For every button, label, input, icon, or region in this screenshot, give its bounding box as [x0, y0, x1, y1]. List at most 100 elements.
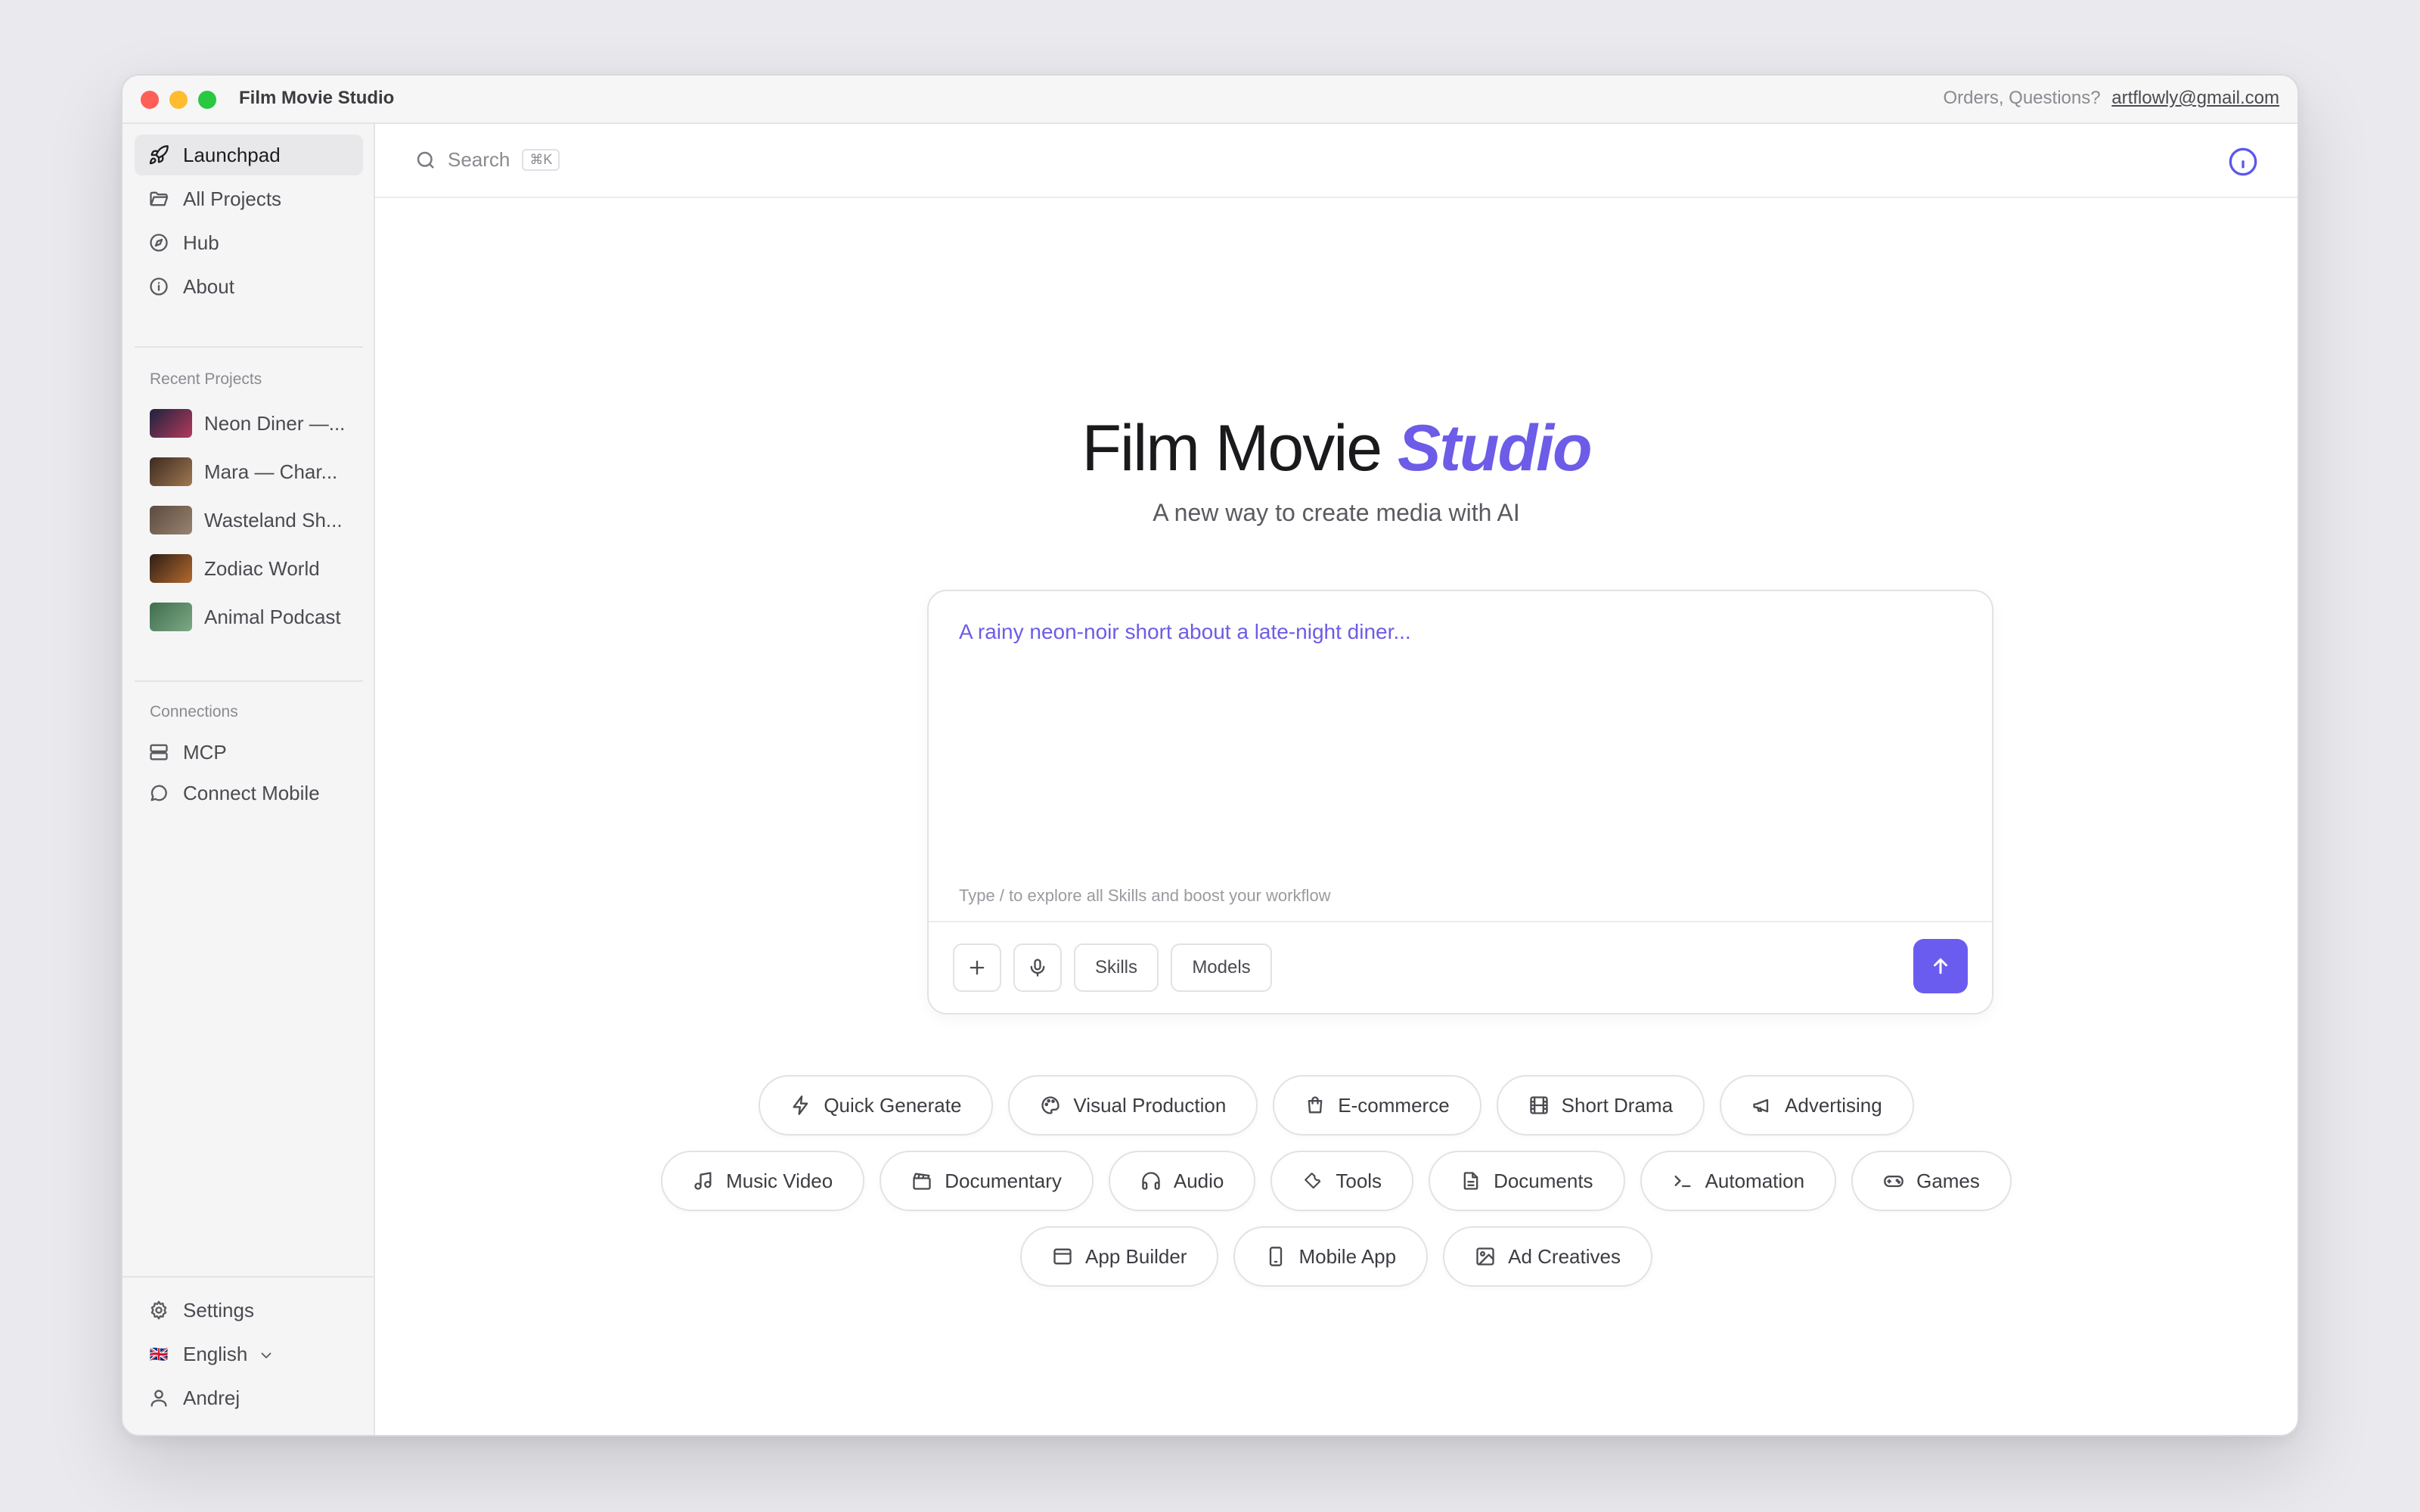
- chip-label: Audio: [1173, 1169, 1224, 1192]
- recent-project-item[interactable]: Zodiac World: [150, 552, 363, 585]
- info-icon: [148, 276, 169, 297]
- chip-label: App Builder: [1085, 1244, 1187, 1268]
- chip-label: Games: [1916, 1169, 1980, 1192]
- info-icon: [2229, 147, 2257, 176]
- sidebar-item-mcp[interactable]: MCP: [135, 732, 363, 773]
- search-bar: Search ⌘K: [375, 124, 2297, 198]
- search-placeholder: Search: [448, 148, 510, 171]
- chip-label: Music Video: [726, 1169, 833, 1192]
- document-icon: [1460, 1170, 1481, 1191]
- recent-project-item[interactable]: Neon Diner —...: [150, 407, 363, 440]
- chevron-down-icon: [258, 1346, 275, 1362]
- hero-title-accent: Studio: [1398, 412, 1592, 485]
- prompt-input[interactable]: A rainy neon-noir short about a late-nig…: [959, 620, 1411, 644]
- chip-documents[interactable]: Documents: [1429, 1151, 1625, 1211]
- chip-label: Quick Generate: [824, 1093, 962, 1117]
- app-window: Film Movie Studio Orders, Questions? art…: [121, 74, 2299, 1436]
- chip-games[interactable]: Games: [1851, 1151, 2012, 1211]
- chip-label: E-commerce: [1338, 1093, 1450, 1117]
- chip-advertising[interactable]: Advertising: [1720, 1075, 1914, 1136]
- recent-project-item[interactable]: Animal Podcast: [150, 600, 363, 634]
- sidebar-divider: [135, 680, 363, 682]
- contact-info: Orders, Questions? artflowly@gmail.com: [1943, 88, 2279, 109]
- bolt-icon: [790, 1095, 811, 1116]
- sidebar: Launchpad All Projects Hub About Recent …: [123, 124, 375, 1435]
- recent-project-label: Zodiac World: [204, 556, 320, 580]
- sidebar-item-launchpad[interactable]: Launchpad: [135, 135, 363, 175]
- minimize-window-button[interactable]: [169, 91, 188, 109]
- compass-icon: [148, 232, 169, 253]
- user-profile-button[interactable]: Andrej: [135, 1377, 363, 1418]
- recent-project-label: Animal Podcast: [204, 605, 341, 628]
- user-icon: [148, 1387, 169, 1408]
- sidebar-item-all-projects[interactable]: All Projects: [135, 178, 363, 219]
- chip-tools[interactable]: Tools: [1270, 1151, 1414, 1211]
- models-button[interactable]: Models: [1171, 943, 1272, 992]
- sidebar-item-hub[interactable]: Hub: [135, 222, 363, 263]
- chip-automation[interactable]: Automation: [1640, 1151, 1837, 1211]
- hero-title-main: Film Movie: [1081, 412, 1382, 485]
- sidebar-item-label: MCP: [183, 740, 227, 764]
- composer-hint: Type / to explore all Skills and boost y…: [959, 886, 1331, 905]
- language-label: English: [183, 1342, 248, 1365]
- search-shortcut-badge: ⌘K: [522, 149, 560, 171]
- project-thumbnail: [150, 457, 192, 486]
- recent-project-label: Mara — Char...: [204, 460, 338, 483]
- prompt-composer: A rainy neon-noir short about a late-nig…: [927, 590, 1993, 1015]
- voice-input-button[interactable]: [1013, 943, 1062, 992]
- chip-visual-production[interactable]: Visual Production: [1008, 1075, 1258, 1136]
- chip-mobile-app[interactable]: Mobile App: [1233, 1226, 1429, 1287]
- sidebar-item-label: Hub: [183, 231, 219, 254]
- chip-music-video[interactable]: Music Video: [661, 1151, 865, 1211]
- sidebar-item-label: Connect Mobile: [183, 781, 320, 804]
- chip-short-drama[interactable]: Short Drama: [1496, 1075, 1705, 1136]
- image-icon: [1475, 1246, 1496, 1267]
- recent-project-label: Wasteland Sh...: [204, 508, 343, 531]
- title-bar: Film Movie Studio Orders, Questions? art…: [123, 76, 2297, 124]
- chat-icon: [148, 782, 169, 804]
- chip-audio[interactable]: Audio: [1108, 1151, 1256, 1211]
- composer-toolbar: Skills Models: [929, 921, 1992, 1013]
- contact-prefix: Orders, Questions?: [1943, 88, 2101, 108]
- chip-label: Visual Production: [1073, 1093, 1227, 1117]
- recent-project-item[interactable]: Mara — Char...: [150, 455, 363, 488]
- server-icon: [148, 742, 169, 763]
- sidebar-item-about[interactable]: About: [135, 266, 363, 307]
- settings-button[interactable]: Settings: [135, 1290, 363, 1331]
- chip-e-commerce[interactable]: E-commerce: [1273, 1075, 1481, 1136]
- maximize-window-button[interactable]: [198, 91, 216, 109]
- shopping-bag-icon: [1305, 1095, 1326, 1116]
- sidebar-item-label: About: [183, 274, 234, 298]
- chip-label: Tools: [1336, 1169, 1382, 1192]
- skills-button[interactable]: Skills: [1074, 943, 1159, 992]
- terminal-icon: [1672, 1170, 1693, 1191]
- microphone-icon: [1030, 959, 1045, 977]
- search-icon: [417, 151, 434, 169]
- send-button[interactable]: [1913, 939, 1968, 993]
- sidebar-footer: Settings 🇬🇧 English Andrej: [123, 1276, 374, 1435]
- chip-quick-generate[interactable]: Quick Generate: [759, 1075, 994, 1136]
- chip-app-builder[interactable]: App Builder: [1020, 1226, 1219, 1287]
- close-window-button[interactable]: [141, 91, 159, 109]
- palette-icon: [1040, 1095, 1061, 1116]
- recent-project-item[interactable]: Wasteland Sh...: [150, 503, 363, 537]
- contact-email-link[interactable]: artflowly@gmail.com: [2111, 88, 2279, 108]
- main-content: Search ⌘K Film Movie Studio A new way to…: [375, 124, 2297, 1435]
- search-input[interactable]: Search ⌘K: [414, 148, 560, 172]
- chip-documentary[interactable]: Documentary: [880, 1151, 1094, 1211]
- info-button[interactable]: [2228, 147, 2258, 177]
- chip-ad-creatives[interactable]: Ad Creatives: [1443, 1226, 1652, 1287]
- language-selector[interactable]: 🇬🇧 English: [135, 1334, 363, 1374]
- project-thumbnail: [150, 409, 192, 438]
- arrow-up-icon: [1934, 958, 1947, 974]
- category-chips-row: Quick Generate Visual Production E-comme…: [375, 1075, 2297, 1136]
- browser-window-icon: [1052, 1246, 1073, 1267]
- sidebar-item-connect-mobile[interactable]: Connect Mobile: [135, 773, 363, 813]
- add-attachment-button[interactable]: [953, 943, 1001, 992]
- hero-subtitle: A new way to create media with AI: [1153, 499, 1520, 526]
- chip-label: Short Drama: [1561, 1093, 1674, 1117]
- headphones-icon: [1140, 1170, 1162, 1191]
- project-thumbnail: [150, 506, 192, 534]
- settings-label: Settings: [183, 1298, 254, 1321]
- plus-icon: [970, 960, 985, 975]
